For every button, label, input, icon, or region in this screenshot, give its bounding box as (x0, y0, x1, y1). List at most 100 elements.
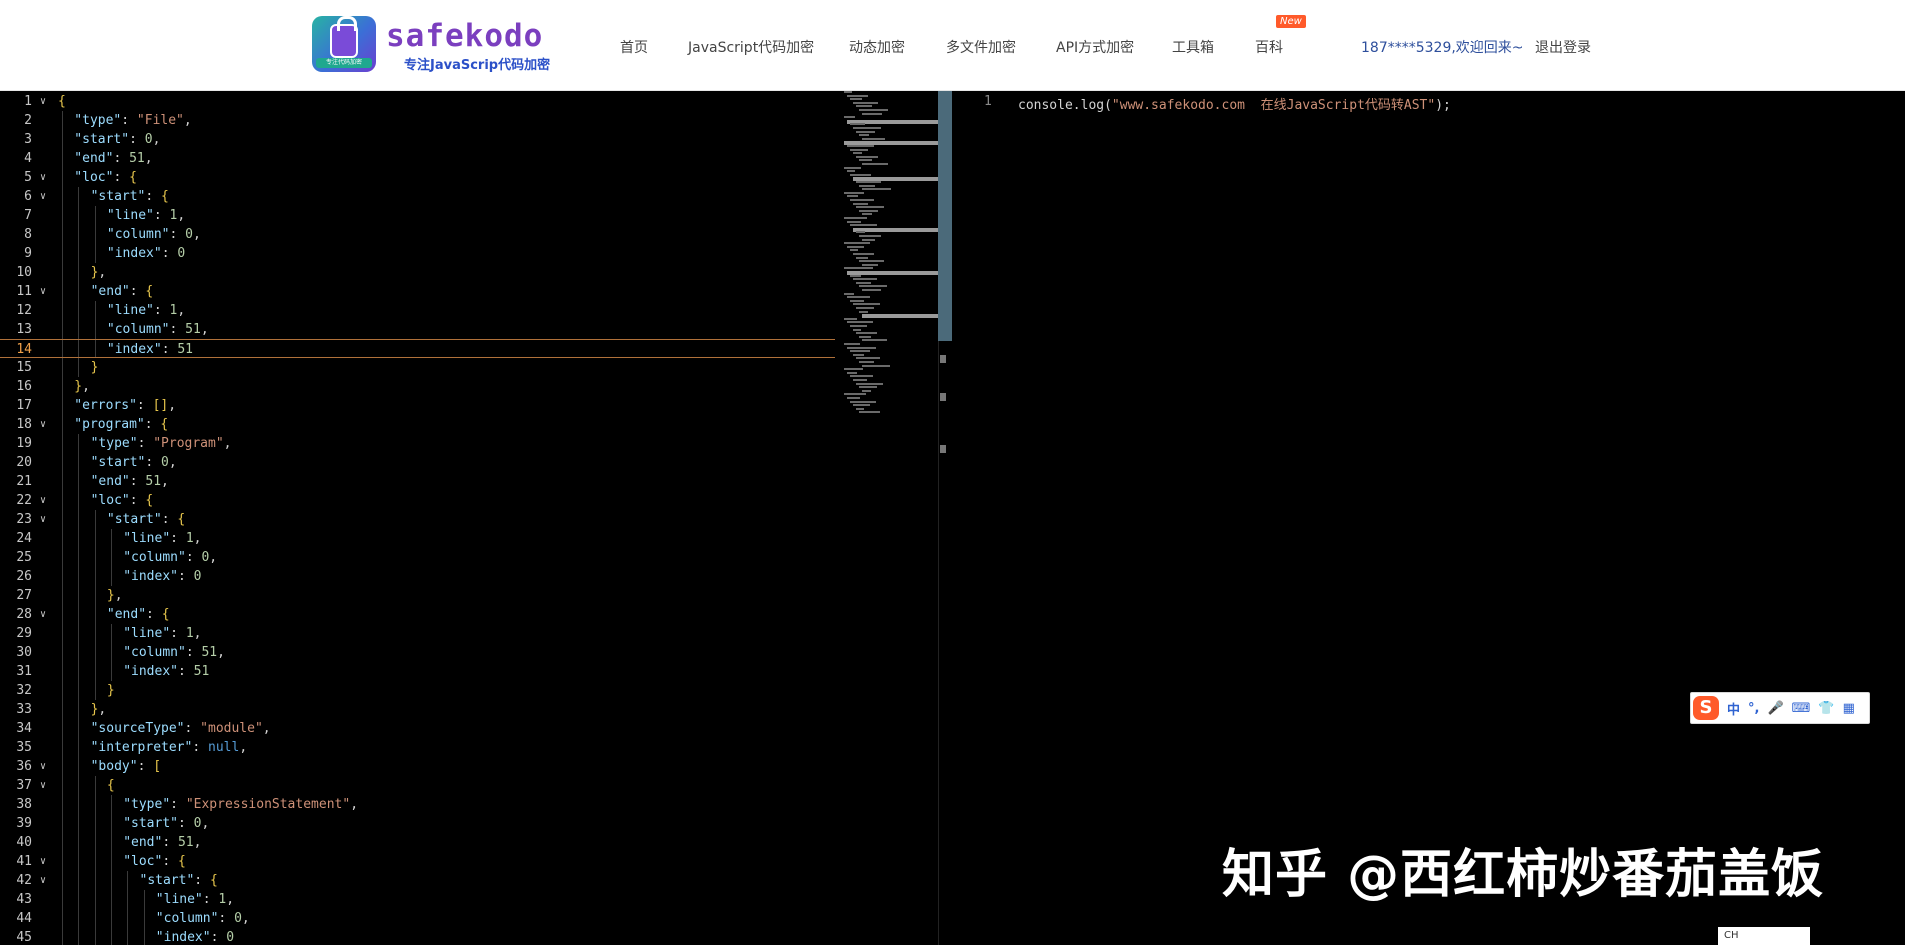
nav-home[interactable]: 首页 (620, 37, 648, 57)
fold-chevron-icon[interactable]: ∨ (40, 415, 46, 434)
ime-chinese-mode-icon[interactable]: 中 (1727, 699, 1740, 718)
code-line[interactable]: 7 "line": 1, (0, 206, 835, 225)
code-line[interactable]: 18 ∨ "program": { (0, 415, 835, 434)
code-line[interactable]: 16}, (0, 377, 835, 396)
line-number: 36 (16, 759, 32, 774)
fold-chevron-icon[interactable]: ∨ (40, 92, 46, 111)
code-line[interactable]: 21 "end": 51, (0, 472, 835, 491)
code-line[interactable]: 30 "column": 51, (0, 643, 835, 662)
code-line[interactable]: 23 ∨ "start": { (0, 510, 835, 529)
minimap-line (850, 98, 862, 101)
fold-chevron-icon[interactable]: ∨ (40, 491, 46, 510)
code-text: "index": 0 (123, 569, 202, 584)
ast-output-editor[interactable]: 1 ∨ {2 "type": "File", 3 "start": 0, 4 "end": 5… (0, 91, 938, 945)
code-line[interactable]: 36 ∨ "body": [ (0, 757, 835, 776)
code-lines[interactable]: 1 ∨ {2 "type": "File", 3 "start": 0, 4 "end": 5… (0, 92, 835, 945)
code-line[interactable]: 43 "line": 1, (0, 890, 835, 909)
source-code-line[interactable]: console.log("www.safekodo.com 在线JavaScri… (1018, 94, 1451, 113)
minimap-line (847, 145, 874, 147)
code-line[interactable]: 26 "index": 0 (0, 567, 835, 586)
code-line[interactable]: 25 "column": 0, (0, 548, 835, 567)
nav-api-encrypt[interactable]: API方式加密 (1056, 37, 1134, 57)
logo-badge-icon: 专注代码加密 (312, 16, 376, 72)
sogou-logo-icon[interactable]: S (1693, 696, 1719, 720)
code-line[interactable]: 1 ∨ { (0, 92, 835, 111)
code-line[interactable]: 8 "column": 0, (0, 225, 835, 244)
indent-guide (94, 814, 96, 833)
ime-toolbar[interactable]: S 中 °, 🎤 ⌨ 👕 ▦ (1690, 692, 1870, 724)
code-line[interactable]: 22 ∨ "loc": { (0, 491, 835, 510)
code-line[interactable]: 3 "start": 0, (0, 130, 835, 149)
code-line[interactable]: 5 ∨ "loc": { (0, 168, 835, 187)
code-line[interactable]: 29 "line": 1, (0, 624, 835, 643)
ime-punctuation-icon[interactable]: °, (1748, 701, 1759, 716)
line-number: 43 (16, 892, 32, 907)
fold-chevron-icon[interactable]: ∨ (40, 605, 46, 624)
fold-chevron-icon[interactable]: ∨ (40, 776, 46, 795)
code-line[interactable]: 40 "end": 51, (0, 833, 835, 852)
keyboard-icon[interactable]: ⌨ (1792, 701, 1811, 716)
indent-guide (94, 662, 96, 681)
code-line[interactable]: 32} (0, 681, 835, 700)
code-line[interactable]: 13 "column": 51, (0, 320, 835, 339)
line-number: 18 (16, 417, 32, 432)
code-line[interactable]: 34 "sourceType": "module", (0, 719, 835, 738)
code-line[interactable]: 9 "index": 0 (0, 244, 835, 263)
fold-chevron-icon[interactable]: ∨ (40, 168, 46, 187)
code-line[interactable]: 24 "line": 1, (0, 529, 835, 548)
code-line[interactable]: 31 "index": 51 (0, 662, 835, 681)
nav-toolbox[interactable]: 工具箱 (1172, 37, 1214, 57)
code-line[interactable]: 33}, (0, 700, 835, 719)
code-line[interactable]: 39 "start": 0, (0, 814, 835, 833)
line-number: 26 (16, 569, 32, 584)
shirt-icon[interactable]: 👕 (1818, 701, 1834, 716)
fold-chevron-icon[interactable]: ∨ (40, 282, 46, 301)
code-line[interactable]: 41 ∨ "loc": { (0, 852, 835, 871)
nav-dynamic-encrypt[interactable]: 动态加密 (849, 37, 905, 57)
code-line[interactable]: 17 "errors": [], (0, 396, 835, 415)
indent-guide (62, 909, 63, 928)
line-number: 15 (16, 360, 32, 375)
code-line[interactable]: 12 "line": 1, (0, 301, 835, 320)
code-line[interactable]: 20 "start": 0, (0, 453, 835, 472)
minimap-line (853, 278, 877, 281)
code-line[interactable]: 35 "interpreter": null, (0, 738, 835, 757)
code-line[interactable]: 15} (0, 358, 835, 377)
indent-guide (78, 206, 80, 225)
logout-link[interactable]: 退出登录 (1535, 37, 1591, 57)
code-line[interactable]: 14 "index": 51 (0, 339, 835, 358)
code-line[interactable]: 19 "type": "Program", (0, 434, 835, 453)
nav-js-encrypt[interactable]: JavaScript代码加密 (688, 37, 814, 57)
fold-chevron-icon[interactable]: ∨ (40, 852, 46, 871)
minimap-line (862, 364, 890, 367)
taskbar-ime-indicator[interactable]: CH (1718, 927, 1810, 945)
minimap[interactable] (840, 91, 938, 421)
code-line[interactable]: 10}, (0, 263, 835, 282)
fold-chevron-icon[interactable]: ∨ (40, 871, 46, 890)
indent-guide (78, 301, 80, 320)
nav-multi-file-encrypt[interactable]: 多文件加密 (946, 37, 1016, 57)
fold-chevron-icon[interactable]: ∨ (40, 757, 46, 776)
code-line[interactable]: 38 "type": "ExpressionStatement", (0, 795, 835, 814)
code-line[interactable]: 2 "type": "File", (0, 111, 835, 130)
code-line[interactable]: 11 ∨ "end": { (0, 282, 835, 301)
site-logo[interactable]: 专注代码加密 safekodo 专注JavaScrip代码加密 (312, 14, 572, 74)
vertical-scrollbar[interactable] (938, 91, 952, 341)
user-greeting[interactable]: 187****5329,欢迎回来~ (1361, 37, 1524, 57)
fold-chevron-icon[interactable]: ∨ (40, 510, 46, 529)
nav-wiki[interactable]: 百科 (1255, 37, 1283, 57)
code-line[interactable]: 42 ∨ "start": { (0, 871, 835, 890)
grid-icon[interactable]: ▦ (1843, 701, 1855, 716)
mic-icon[interactable]: 🎤 (1767, 701, 1783, 716)
indent-guide (94, 510, 96, 529)
code-line[interactable]: 37 ∨ { (0, 776, 835, 795)
code-line[interactable]: 44 "column": 0, (0, 909, 835, 928)
code-line[interactable]: 45 "index": 0 (0, 928, 835, 945)
code-line[interactable]: 28 ∨ "end": { (0, 605, 835, 624)
code-line[interactable]: 6 ∨ "start": { (0, 187, 835, 206)
fold-chevron-icon[interactable]: ∨ (40, 187, 46, 206)
code-line[interactable]: 4 "end": 51, (0, 149, 835, 168)
minimap-line (853, 253, 874, 255)
code-line[interactable]: 27}, (0, 586, 835, 605)
source-code-editor[interactable]: 1 console.log("www.safekodo.com 在线JavaSc… (952, 91, 1905, 945)
